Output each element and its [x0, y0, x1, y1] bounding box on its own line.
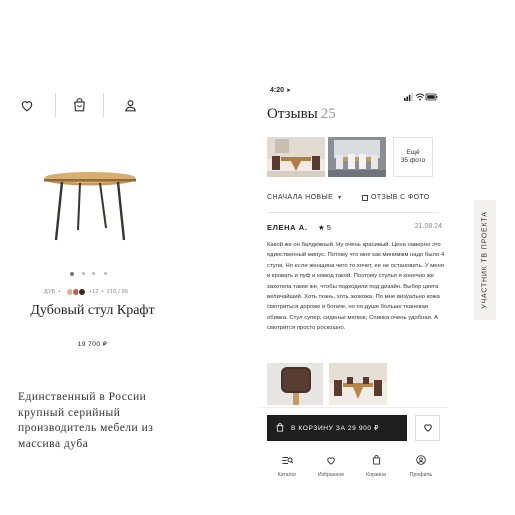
meta-bullet: •	[58, 289, 61, 295]
review-author: ЕЛЕНА А.	[267, 223, 308, 232]
tab-label: Избранное	[317, 472, 345, 478]
product-title: Дубовый стул Крафт	[30, 303, 155, 318]
review-photo-thumb[interactable]	[267, 137, 325, 177]
catalog-icon	[282, 452, 293, 470]
pager-dot[interactable]	[82, 272, 85, 275]
heart-icon	[423, 419, 433, 437]
user-icon[interactable]	[120, 95, 140, 115]
icon-divider	[55, 93, 56, 117]
pager-dot[interactable]	[92, 272, 95, 275]
phone-screen: 4:20 ➤ Отзывы 25 Ещё 35 фото СНАЧАЛА НОВ…	[258, 84, 448, 484]
review-attachment-photo[interactable]	[267, 363, 323, 405]
icon-divider	[103, 93, 104, 117]
tv-project-badge[interactable]: УЧАСТНИК ТВ ПРОЕКТА	[474, 200, 496, 320]
checkbox-icon[interactable]	[362, 194, 368, 201]
product-price: 19 700 ₽	[77, 341, 108, 348]
reviews-title: Отзывы	[267, 106, 318, 122]
product-image[interactable]	[40, 170, 140, 248]
more-photos-button[interactable]: Ещё 35 фото	[393, 137, 433, 177]
tv-project-badge-label: УЧАСТНИК ТВ ПРОЕКТА	[481, 211, 489, 309]
review-date: 21.08.24	[414, 223, 442, 230]
swatch-dark[interactable]	[77, 288, 86, 296]
tab-cart[interactable]: Корзина	[356, 452, 396, 478]
more-photos-line2: 35 фото	[400, 157, 426, 164]
review-rating: ★ 5	[318, 223, 331, 232]
pager-dot-active[interactable]	[70, 271, 74, 276]
tab-label: Каталог	[277, 472, 297, 478]
meta-bullet: •	[101, 289, 104, 295]
material-label: ДУБ	[44, 289, 56, 295]
product-meta-row: ДУБ • +12 • 210 / 95	[44, 287, 154, 297]
heart-icon	[326, 452, 336, 470]
filter-label: ОТЗЫВ С ФОТО	[371, 194, 430, 201]
colors-more: +12	[88, 289, 99, 295]
reviews-count: 25	[320, 106, 336, 122]
bag-icon	[276, 422, 284, 434]
status-icons	[404, 88, 438, 101]
divider	[258, 407, 448, 408]
bottom-tab-bar: Каталог Избранное Корзина Профиль	[258, 452, 448, 480]
tab-favorites[interactable]: Избранное	[311, 452, 351, 478]
favorite-button[interactable]	[415, 415, 440, 441]
profile-icon	[416, 452, 426, 470]
color-swatches[interactable]	[65, 288, 86, 296]
caret-down-icon: ▼	[337, 194, 343, 201]
divider	[267, 212, 439, 213]
size-label: 210 / 95	[106, 289, 129, 295]
review-text: Какой же он балдежный. Ну очень красивый…	[267, 242, 445, 332]
sort-dropdown[interactable]: СНАЧАЛА НОВЫЕ ▼	[267, 194, 343, 201]
review-photo-thumb[interactable]	[328, 137, 386, 177]
image-pager	[70, 271, 110, 276]
bag-icon[interactable]	[69, 95, 89, 115]
add-to-cart-button[interactable]: В КОРЗИНУ ЗА 29 900 ₽	[267, 415, 407, 441]
tab-catalog[interactable]: Каталог	[267, 452, 307, 478]
sort-label: СНАЧАЛА НОВЫЕ	[267, 194, 334, 201]
photo-filter-checkbox[interactable]: ОТЗЫВ С ФОТО	[362, 194, 430, 201]
tab-profile[interactable]: Профиль	[401, 452, 441, 478]
more-photos-line1: Ещё	[406, 149, 420, 156]
pager-dot[interactable]	[104, 272, 107, 275]
heart-icon[interactable]	[17, 95, 37, 115]
left-header-icons	[12, 93, 152, 117]
tab-label: Корзина	[366, 472, 386, 478]
bag-icon	[372, 452, 381, 470]
brand-tagline: Единственный в России крупный серийный п…	[18, 391, 154, 450]
review-attachment-photo[interactable]	[329, 363, 387, 405]
add-to-cart-label: В КОРЗИНУ ЗА 29 900 ₽	[291, 425, 379, 432]
status-time: 4:20 ➤	[270, 87, 291, 94]
tab-label: Профиль	[409, 472, 433, 478]
reviews-heading: Отзывы 25	[267, 106, 336, 123]
